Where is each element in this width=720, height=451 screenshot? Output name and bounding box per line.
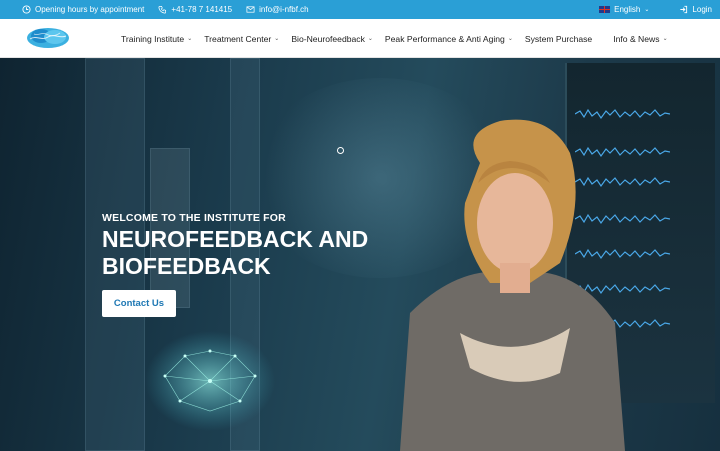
hero-title: NEUROFEEDBACK AND BIOFEEDBACK xyxy=(102,226,369,279)
opening-hours-text: Opening hours by appointment xyxy=(35,5,145,14)
main-navbar: Training Institute ⌄ Treatment Center ⌄ … xyxy=(0,19,720,58)
top-info-bar: Opening hours by appointment +41-78 7 14… xyxy=(0,0,720,19)
email-text[interactable]: info@i-nfbf.ch xyxy=(259,5,308,14)
nav-label[interactable]: Peak Performance & Anti Aging xyxy=(385,34,505,44)
language-label[interactable]: English xyxy=(614,5,640,14)
language-selector[interactable]: English ⌄ xyxy=(599,5,649,14)
nav-info-news[interactable]: Info & News ⌄ xyxy=(613,34,667,44)
brain-logo-icon[interactable] xyxy=(24,25,72,51)
nav-bio-neurofeedback[interactable]: Bio-Neurofeedback ⌄ xyxy=(291,34,373,44)
nav-training-institute[interactable]: Training Institute ⌄ xyxy=(121,34,192,44)
email-link[interactable]: info@i-nfbf.ch xyxy=(246,5,309,14)
login-link[interactable]: Login xyxy=(679,5,712,14)
glowing-brain-graphic xyxy=(145,331,275,431)
hero-banner: WELCOME TO THE INSTITUTE FOR NEUROFEEDBA… xyxy=(0,58,720,451)
uk-flag-icon xyxy=(599,6,611,13)
nav-label[interactable]: Training Institute xyxy=(121,34,184,44)
nav-label[interactable]: Bio-Neurofeedback xyxy=(291,34,365,44)
phone-link[interactable]: +41-78 7 141415 xyxy=(158,5,232,14)
phone-text[interactable]: +41-78 7 141415 xyxy=(171,5,232,14)
chevron-down-icon: ⌄ xyxy=(507,36,513,42)
nav-label[interactable]: Info & News xyxy=(613,34,659,44)
nav-treatment-center[interactable]: Treatment Center ⌄ xyxy=(204,34,279,44)
login-label[interactable]: Login xyxy=(692,5,712,14)
contact-us-button[interactable]: Contact Us xyxy=(102,290,176,317)
nav-label[interactable]: System Purchase xyxy=(525,34,592,44)
nav-system-purchase[interactable]: System Purchase xyxy=(525,34,592,44)
hero-subtitle: WELCOME TO THE INSTITUTE FOR xyxy=(102,212,286,224)
woman-portrait-image xyxy=(400,119,625,451)
chevron-down-icon: ⌄ xyxy=(367,36,373,42)
chevron-down-icon: ⌄ xyxy=(644,7,650,13)
login-icon xyxy=(680,5,688,14)
chevron-down-icon: ⌄ xyxy=(662,36,668,42)
opening-hours: Opening hours by appointment xyxy=(22,5,144,14)
main-menu: Training Institute ⌄ Treatment Center ⌄ … xyxy=(121,19,680,58)
phone-icon xyxy=(158,5,167,14)
mail-icon xyxy=(246,6,255,13)
chevron-down-icon: ⌄ xyxy=(187,36,193,42)
clock-icon xyxy=(22,5,31,14)
carousel-indicator[interactable] xyxy=(337,147,344,154)
nav-peak-performance[interactable]: Peak Performance & Anti Aging ⌄ xyxy=(385,34,513,44)
nav-label[interactable]: Treatment Center xyxy=(204,34,271,44)
chevron-down-icon: ⌄ xyxy=(274,36,280,42)
